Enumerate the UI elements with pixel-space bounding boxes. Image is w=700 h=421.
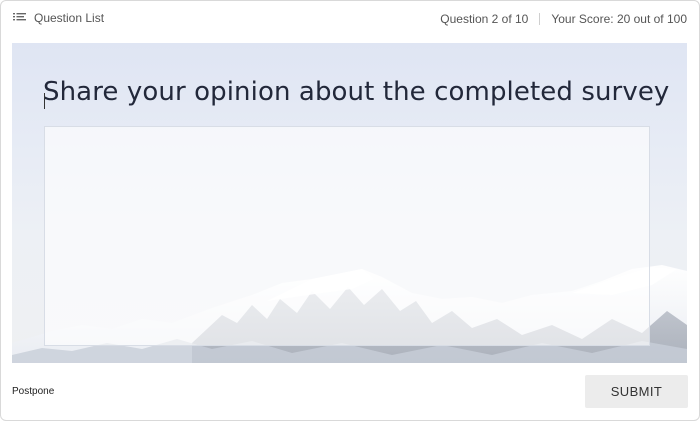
question-title: Share your opinion about the completed s… — [43, 77, 670, 107]
submit-button[interactable]: SUBMIT — [585, 375, 688, 408]
question-progress: Question 2 of 10 — [440, 12, 529, 26]
score-text: Your Score: 20 out of 100 — [551, 12, 687, 26]
quiz-window: Question List Question 2 of 10 Your Scor… — [0, 0, 700, 421]
answer-textarea[interactable] — [44, 126, 650, 346]
quiz-status: Question 2 of 10 Your Score: 20 out of 1… — [440, 11, 687, 27]
text-cursor — [44, 93, 45, 109]
question-list-button[interactable]: Question List — [13, 10, 104, 26]
question-panel: Share your opinion about the completed s… — [12, 43, 687, 363]
status-divider — [539, 13, 541, 25]
top-bar: Question List Question 2 of 10 Your Scor… — [1, 1, 699, 37]
postpone-link[interactable]: Postpone — [12, 386, 54, 397]
list-icon — [13, 13, 26, 23]
question-list-label: Question List — [34, 11, 105, 25]
